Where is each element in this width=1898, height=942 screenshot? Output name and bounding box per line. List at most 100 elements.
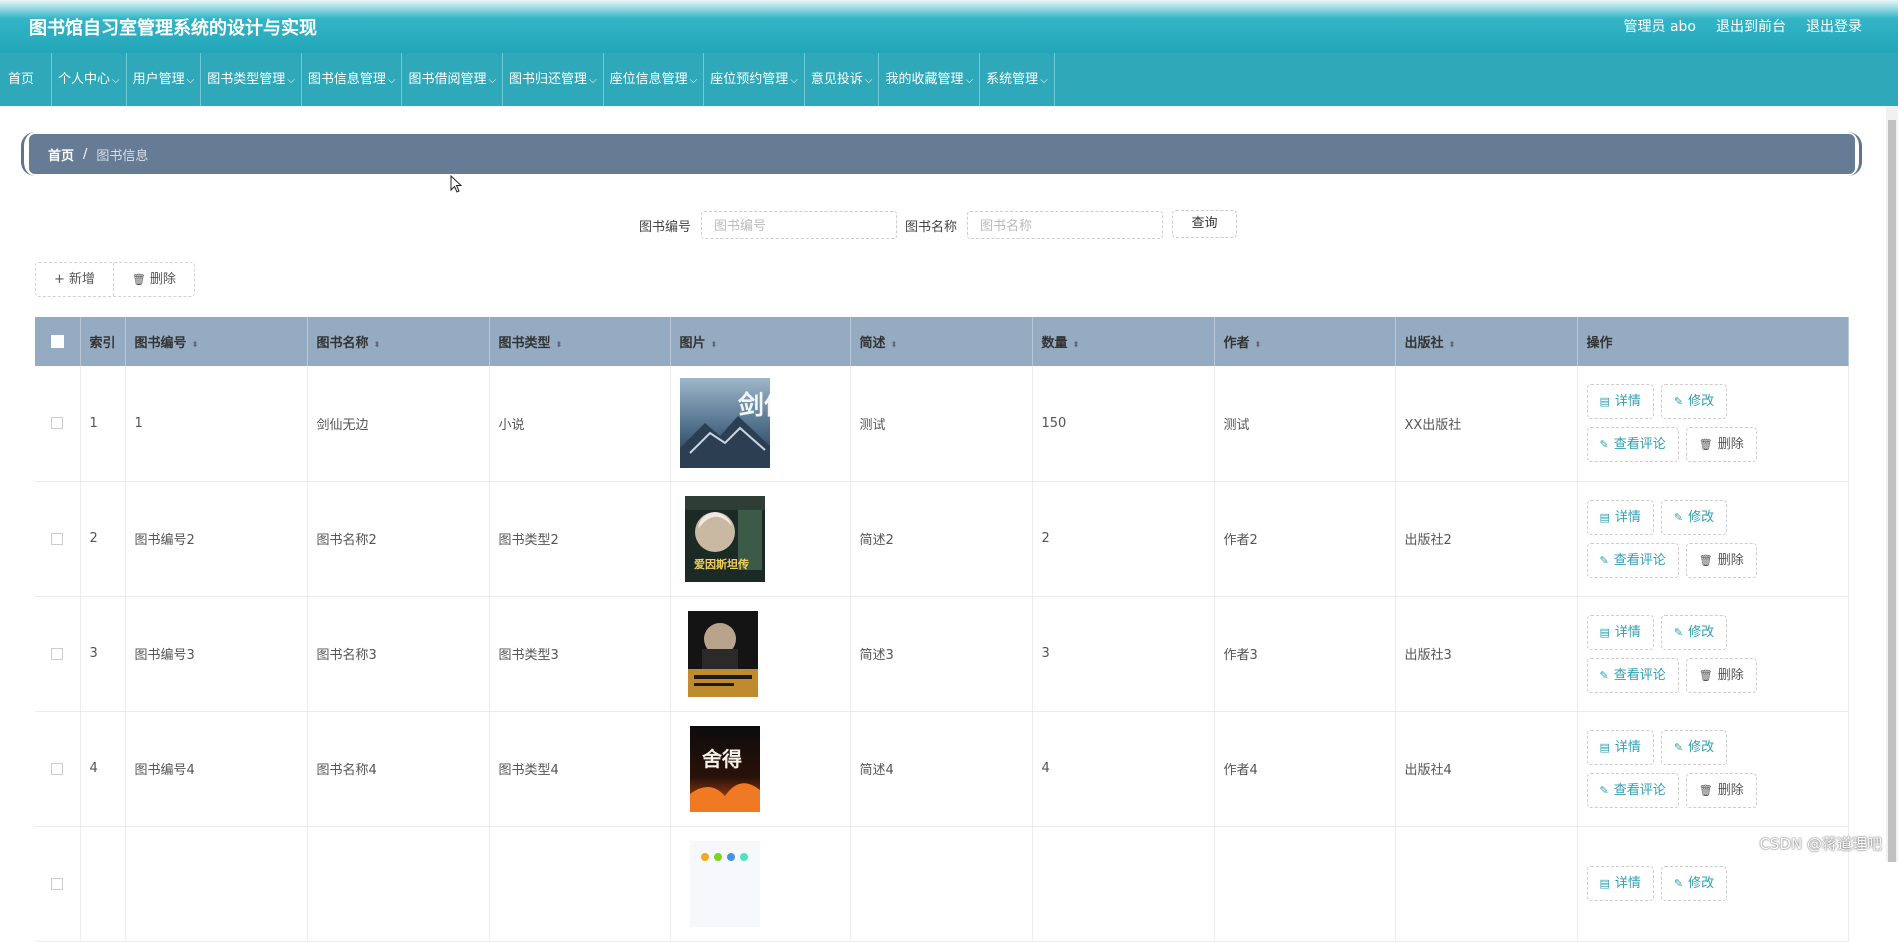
trash-icon: 🗑 xyxy=(1698,553,1713,567)
delete-button[interactable]: 🗑 删除 xyxy=(1685,542,1757,578)
admin-user-label[interactable]: 管理员 abo xyxy=(1624,16,1696,36)
pencil-icon: ✎ xyxy=(1673,877,1684,890)
scrollbar-thumb[interactable] xyxy=(1888,120,1896,862)
delete-button[interactable]: 🗑 删除 xyxy=(1685,657,1757,693)
sort-icon[interactable]: ⬍ xyxy=(556,340,563,349)
cell-name: 图书名称2 xyxy=(307,481,490,597)
cell-name: 剑仙无边 xyxy=(307,366,490,482)
sort-icon[interactable]: ⬍ xyxy=(891,340,898,349)
edit-label: 修改 xyxy=(1688,624,1715,640)
detail-button[interactable]: ▤ 详情 xyxy=(1586,384,1654,420)
cell-author: 作者4 xyxy=(1214,711,1396,827)
pencil-icon: ✎ xyxy=(1599,438,1609,452)
nav-item-personal-center[interactable]: 个人中心 ⌵ xyxy=(52,53,127,106)
cell-qty: 2 xyxy=(1032,481,1215,597)
trash-icon: 🗑 xyxy=(1698,783,1713,797)
book-cover-image[interactable] xyxy=(680,609,770,699)
sort-icon[interactable]: ⬍ xyxy=(374,340,381,349)
detail-button[interactable]: ▤ 详情 xyxy=(1586,866,1654,901)
row-checkbox[interactable] xyxy=(51,417,64,430)
vertical-scrollbar[interactable] xyxy=(1886,106,1898,862)
col-author[interactable]: 作者 ⬍ xyxy=(1214,317,1396,366)
breadcrumb: 首页 / 图书信息 xyxy=(29,134,1855,174)
col-qty[interactable]: 数量 ⬍ xyxy=(1032,317,1215,366)
cell-image: 舍得 xyxy=(670,711,851,827)
sort-icon[interactable]: ⬍ xyxy=(711,340,718,349)
row-select-cell xyxy=(35,366,81,482)
nav-item-favorites-management[interactable]: 我的收藏管理 ⌵ xyxy=(879,53,981,106)
cover-title: 剑仙无边 xyxy=(738,390,770,421)
col-publisher[interactable]: 出版社 ⬍ xyxy=(1395,317,1578,366)
nav-item-home[interactable]: 首页 xyxy=(0,53,52,106)
view-comments-button[interactable]: ✎ 查看评论 xyxy=(1586,772,1679,808)
sort-icon[interactable]: ⬍ xyxy=(1255,340,1262,349)
col-desc[interactable]: 简述 ⬍ xyxy=(850,317,1033,366)
nav-item-seat-reservation-management[interactable]: 座位预约管理 ⌵ xyxy=(704,53,805,106)
edit-button[interactable]: ✎ 修改 xyxy=(1660,614,1728,650)
col-code[interactable]: 图书编号 ⬍ xyxy=(125,317,308,366)
col-type[interactable]: 图书类型 ⬍ xyxy=(489,317,671,366)
select-all-checkbox[interactable] xyxy=(50,335,64,348)
cell-type xyxy=(489,826,671,942)
nav-item-book-borrow-management[interactable]: 图书借阅管理 ⌵ xyxy=(402,53,504,106)
row-checkbox[interactable] xyxy=(51,647,64,660)
col-label: 图书类型 xyxy=(498,336,551,351)
nav-item-system-management[interactable]: 系统管理 ⌵ xyxy=(980,53,1055,106)
row-checkbox[interactable] xyxy=(51,877,64,890)
table-row: 1 1 剑仙无边 小说 剑仙无边 测试 150 测试 XX出版社 ▤ 详情 xyxy=(35,366,1849,482)
cover-title: 舍得 xyxy=(702,747,742,771)
table-header-row: 索引 图书编号 ⬍ 图书名称 ⬍ 图书类型 ⬍ 图片 ⬍ 简述 ⬍ 数量 ⬍ 作者 ⬍ 出版社… xyxy=(35,317,1849,366)
add-button[interactable]: + 新增 xyxy=(36,263,113,296)
row-checkbox[interactable] xyxy=(51,532,64,545)
nav-item-label: 个人中心 xyxy=(58,72,111,87)
nav-item-book-info-management[interactable]: 图书信息管理 ⌵ xyxy=(302,53,403,106)
detail-button[interactable]: ▤ 详情 xyxy=(1586,614,1654,650)
sort-icon[interactable]: ⬍ xyxy=(192,340,199,349)
query-button[interactable]: 查询 xyxy=(1172,210,1237,238)
chevron-down-icon: ⌵ xyxy=(965,75,974,86)
logout-link[interactable]: 退出登录 xyxy=(1806,16,1862,36)
delete-button[interactable]: 🗑 删除 xyxy=(1685,772,1757,808)
book-cover-image[interactable]: 舍得 xyxy=(680,724,770,814)
nav-item-book-type-management[interactable]: 图书类型管理 ⌵ xyxy=(201,53,302,106)
cell-code: 图书编号2 xyxy=(125,481,308,597)
search-code-input[interactable] xyxy=(701,211,898,239)
edit-button[interactable]: ✎ 修改 xyxy=(1660,384,1728,420)
detail-button[interactable]: ▤ 详情 xyxy=(1586,499,1654,535)
nav-item-complaints[interactable]: 意见投诉 ⌵ xyxy=(805,53,880,106)
delete-button[interactable]: 🗑 删除 xyxy=(1685,427,1757,463)
view-comments-button[interactable]: ✎ 查看评论 xyxy=(1586,657,1679,693)
exit-to-front-link[interactable]: 退出到前台 xyxy=(1716,16,1786,36)
chevron-down-icon: ⌵ xyxy=(186,75,195,86)
view-comments-label: 查看评论 xyxy=(1613,667,1666,683)
batch-delete-button[interactable]: 🗑 删除 xyxy=(112,263,194,296)
edit-button[interactable]: ✎ 修改 xyxy=(1660,499,1728,535)
col-image[interactable]: 图片 ⬍ xyxy=(670,317,851,366)
add-button-label: 新增 xyxy=(68,272,95,287)
search-name-label: 图书名称 xyxy=(905,219,958,235)
col-label: 图片 xyxy=(679,336,706,351)
nav-item-label: 我的收藏管理 xyxy=(885,72,964,87)
nav-item-seat-info-management[interactable]: 座位信息管理 ⌵ xyxy=(604,53,705,106)
search-name-input[interactable] xyxy=(967,211,1164,239)
cell-index: 2 xyxy=(80,481,126,597)
book-cover-image[interactable]: 剑仙无边 xyxy=(679,378,770,469)
edit-button[interactable]: ✎ 修改 xyxy=(1660,729,1728,765)
detail-button[interactable]: ▤ 详情 xyxy=(1586,729,1654,765)
row-checkbox[interactable] xyxy=(51,762,64,775)
book-cover-image[interactable] xyxy=(680,839,770,929)
table-row: 2 图书编号2 图书名称2 图书类型2 爱因斯坦传 简述2 2 作者2 出版社2 xyxy=(35,481,1849,597)
edit-button[interactable]: ✎ 修改 xyxy=(1660,866,1728,901)
nav-item-book-return-management[interactable]: 图书归还管理 ⌵ xyxy=(503,53,604,106)
batch-delete-label: 删除 xyxy=(149,272,176,287)
col-name[interactable]: 图书名称 ⬍ xyxy=(307,317,490,366)
book-cover-image[interactable]: 爱因斯坦传 xyxy=(680,494,770,584)
sort-icon[interactable]: ⬍ xyxy=(1449,340,1456,349)
nav-item-user-management[interactable]: 用户管理 ⌵ xyxy=(127,53,202,106)
sort-icon[interactable]: ⬍ xyxy=(1073,340,1080,349)
cell-actions: ▤ 详情 ✎ 修改 ✎ 查看评论 🗑 删除 xyxy=(1577,711,1849,827)
view-comments-button[interactable]: ✎ 查看评论 xyxy=(1586,542,1679,578)
cell-image: 爱因斯坦传 xyxy=(670,481,851,597)
view-comments-button[interactable]: ✎ 查看评论 xyxy=(1586,427,1679,463)
breadcrumb-home[interactable]: 首页 xyxy=(48,145,74,164)
